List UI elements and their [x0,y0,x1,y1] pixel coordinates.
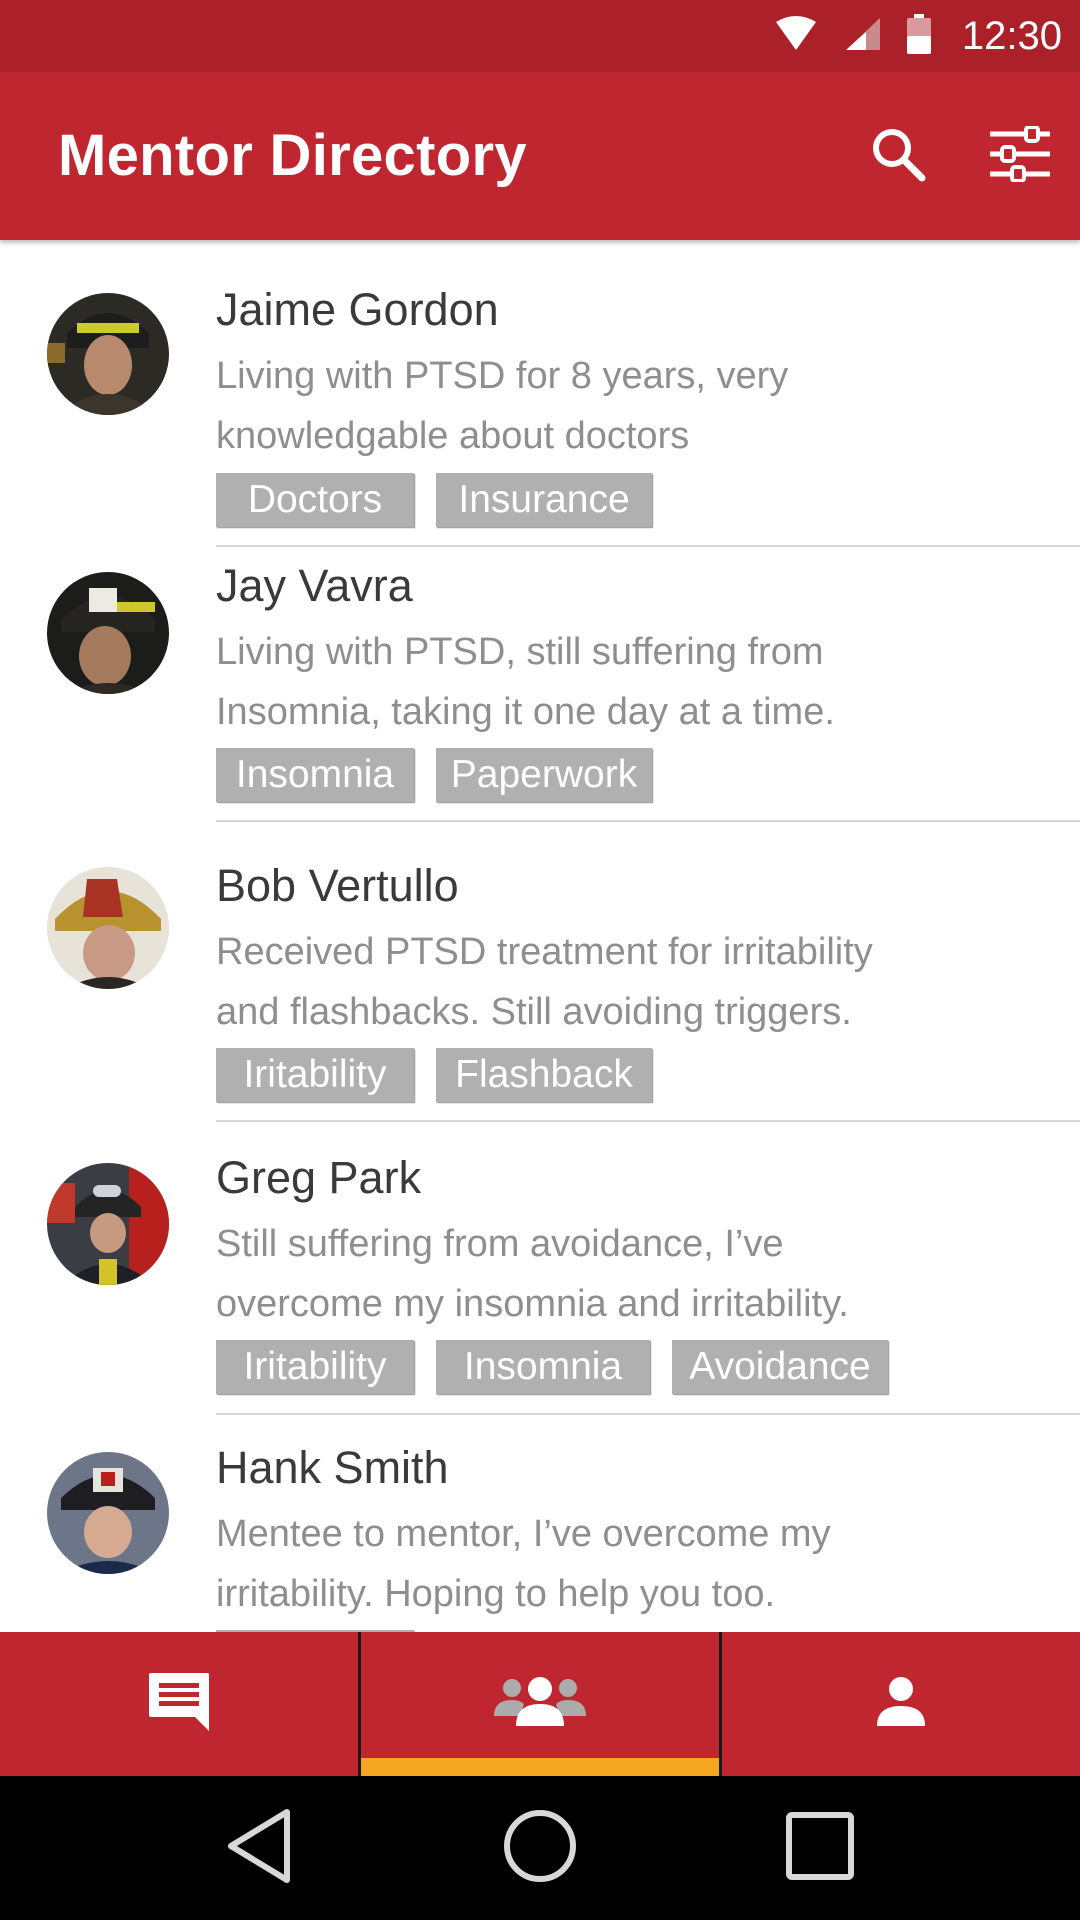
tag-chip[interactable]: Avoidance [672,1340,888,1394]
active-tab-indicator [361,1758,719,1776]
tag-chip[interactable]: Insomnia [436,1340,650,1394]
search-icon [869,125,927,188]
mentor-bio: Living with PTSD for 8 years, very knowl… [216,346,976,466]
divider [216,820,1080,822]
tag-list: Insomnia Paperwork [216,748,674,802]
divider [216,1120,1080,1122]
mentor-name: Bob Vertullo [216,860,459,911]
bio-line: Still suffering from avoidance, I’ve [216,1223,784,1265]
home-button[interactable] [490,1798,590,1898]
tag-chip[interactable]: Iritability [216,1340,414,1394]
signal-icon [842,16,882,57]
tab-profile[interactable] [719,1632,1080,1776]
tag-chip[interactable]: Iritability [216,1048,414,1102]
search-button[interactable] [864,122,932,190]
filter-icon [988,124,1052,187]
tab-mentors[interactable] [358,1632,719,1776]
mentor-bio: Living with PTSD, still suffering from I… [216,622,976,742]
tag-chip[interactable]: Insomnia [216,748,414,802]
tag-list: Iritability Insomnia Avoidance [216,1340,910,1394]
mentor-list[interactable]: Jaime Gordon Living with PTSD for 8 year… [0,240,1080,1632]
avatar [47,1163,169,1285]
recents-button[interactable] [770,1798,870,1898]
mentor-bio: Still suffering from avoidance, I’ve ove… [216,1214,976,1334]
system-nav-bar [0,1776,1080,1920]
home-icon [502,1808,578,1889]
battery-icon [906,13,932,59]
page-title: Mentor Directory [58,123,527,188]
back-icon [225,1806,295,1891]
bio-line: overcome my insomnia and irritability. [216,1283,849,1325]
divider [216,1413,1080,1415]
divider [216,545,1080,547]
bio-line: knowledgable about doctors [216,415,690,457]
bio-line: Living with PTSD for 8 years, very [216,355,789,397]
profile-icon [875,1676,927,1733]
filter-button[interactable] [986,122,1054,190]
mentor-name: Jaime Gordon [216,284,499,335]
status-time: 12:30 [961,13,1062,58]
mentor-bio: Mentee to mentor, I’ve overcome my irrit… [216,1504,976,1624]
back-button[interactable] [210,1798,310,1898]
mentors-icon [490,1676,590,1733]
app-bar: Mentor Directory [0,72,1080,240]
mentor-name: Hank Smith [216,1442,449,1493]
avatar [47,572,169,694]
avatar [47,867,169,989]
tag-chip[interactable]: Doctors [216,473,414,527]
status-bar: 12:30 [0,0,1080,72]
bio-line: Received PTSD treatment for irritability [216,931,873,973]
bio-line: Living with PTSD, still suffering from [216,631,824,673]
wifi-icon [774,15,818,57]
tag-chip[interactable]: Flashback [436,1048,652,1102]
bio-line: and flashbacks. Still avoiding triggers. [216,991,852,1033]
messages-icon [147,1671,211,1738]
mentor-name: Jay Vavra [216,560,413,611]
tag-list: Iritability Flashback [216,1048,674,1102]
status-icons: 12:30 [774,0,1062,72]
tag-chip[interactable]: Insurance [436,473,652,527]
bio-line: Insomnia, taking it one day at a time. [216,691,835,733]
mentor-bio: Received PTSD treatment for irritability… [216,922,976,1042]
avatar [47,1452,169,1574]
tag-chip[interactable]: Paperwork [436,748,652,802]
bio-line: Mentee to mentor, I’ve overcome my [216,1513,831,1555]
bottom-nav [0,1632,1080,1776]
bio-line: irritability. Hoping to help you too. [216,1573,776,1615]
tag-list: Doctors Insurance [216,473,674,527]
tab-messages[interactable] [0,1632,358,1776]
avatar [47,293,169,415]
mentor-name: Greg Park [216,1152,422,1203]
recents-icon [785,1811,855,1886]
